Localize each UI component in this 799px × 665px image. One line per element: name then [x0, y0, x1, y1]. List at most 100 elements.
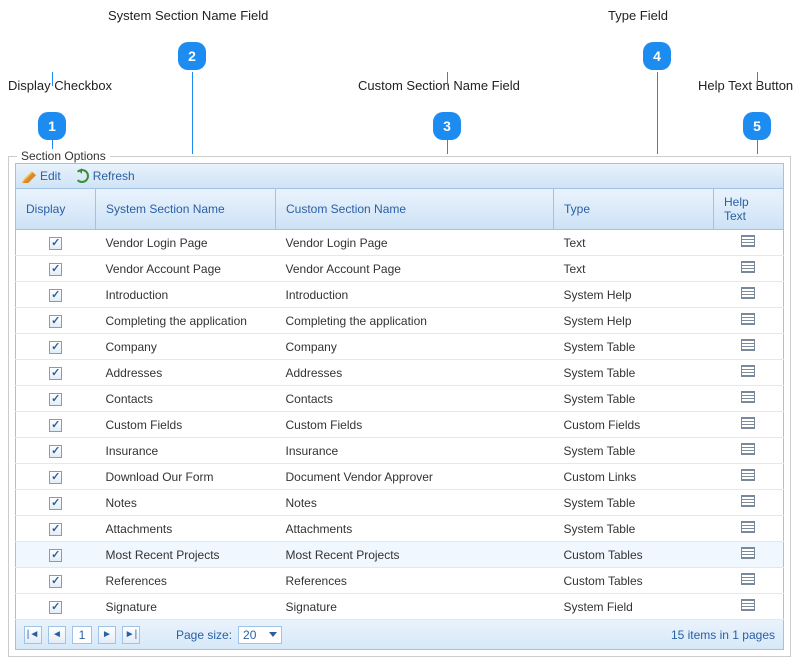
display-checkbox[interactable] — [49, 575, 62, 588]
pager-last-button[interactable]: ►| — [122, 626, 140, 644]
type-cell: System Table — [554, 386, 714, 412]
system-section-name: References — [96, 568, 276, 594]
pager-current-page[interactable]: 1 — [72, 626, 92, 644]
table-row[interactable]: AttachmentsAttachmentsSystem Table — [16, 516, 784, 542]
custom-section-name: Attachments — [276, 516, 554, 542]
pager: |◄ ◄ 1 ► ►| Page size: 20 15 items in 1 … — [15, 620, 784, 650]
system-section-name: Vendor Account Page — [96, 256, 276, 282]
callout-label-1: Display Checkbox — [8, 78, 112, 93]
table-row[interactable]: Most Recent ProjectsMost Recent Projects… — [16, 542, 784, 568]
table-row[interactable]: Vendor Login PageVendor Login PageText — [16, 230, 784, 256]
table-row[interactable]: NotesNotesSystem Table — [16, 490, 784, 516]
display-checkbox[interactable] — [49, 445, 62, 458]
help-text-button[interactable] — [741, 365, 755, 377]
callout-badge-4: 4 — [643, 42, 671, 70]
help-text-button[interactable] — [741, 469, 755, 481]
type-cell: System Help — [554, 282, 714, 308]
page-size-value: 20 — [243, 628, 256, 642]
type-cell: Text — [554, 230, 714, 256]
display-checkbox[interactable] — [49, 497, 62, 510]
table-row[interactable]: Download Our FormDocument Vendor Approve… — [16, 464, 784, 490]
help-text-button[interactable] — [741, 443, 755, 455]
custom-section-name: Notes — [276, 490, 554, 516]
help-text-button[interactable] — [741, 599, 755, 611]
pager-prev-button[interactable]: ◄ — [48, 626, 66, 644]
callout-label-4: Type Field — [608, 8, 668, 23]
help-text-button[interactable] — [741, 547, 755, 559]
custom-section-name: Addresses — [276, 360, 554, 386]
help-text-button[interactable] — [741, 313, 755, 325]
system-section-name: Company — [96, 334, 276, 360]
pager-next-button[interactable]: ► — [98, 626, 116, 644]
system-section-name: Vendor Login Page — [96, 230, 276, 256]
display-checkbox[interactable] — [49, 393, 62, 406]
grid-toolbar: Edit Refresh — [15, 163, 784, 189]
table-row[interactable]: IntroductionIntroductionSystem Help — [16, 282, 784, 308]
col-header-type[interactable]: Type — [554, 189, 714, 230]
col-header-custom[interactable]: Custom Section Name — [276, 189, 554, 230]
table-row[interactable]: ReferencesReferencesCustom Tables — [16, 568, 784, 594]
refresh-label: Refresh — [93, 169, 135, 183]
table-row[interactable]: Vendor Account PageVendor Account PageTe… — [16, 256, 784, 282]
custom-section-name: Most Recent Projects — [276, 542, 554, 568]
display-checkbox[interactable] — [49, 315, 62, 328]
display-checkbox[interactable] — [49, 419, 62, 432]
refresh-button[interactable]: Refresh — [75, 169, 135, 183]
display-checkbox[interactable] — [49, 237, 62, 250]
display-checkbox[interactable] — [49, 263, 62, 276]
display-checkbox[interactable] — [49, 523, 62, 536]
system-section-name: Notes — [96, 490, 276, 516]
page-size-select[interactable]: 20 — [238, 626, 282, 644]
display-checkbox[interactable] — [49, 471, 62, 484]
type-cell: System Help — [554, 308, 714, 334]
display-checkbox[interactable] — [49, 549, 62, 562]
type-cell: System Table — [554, 516, 714, 542]
pager-first-button[interactable]: |◄ — [24, 626, 42, 644]
custom-section-name: Signature — [276, 594, 554, 620]
help-text-button[interactable] — [741, 235, 755, 247]
type-cell: System Table — [554, 438, 714, 464]
table-row[interactable]: AddressesAddressesSystem Table — [16, 360, 784, 386]
display-checkbox[interactable] — [49, 367, 62, 380]
type-cell: System Field — [554, 594, 714, 620]
type-cell: System Table — [554, 334, 714, 360]
custom-section-name: Vendor Account Page — [276, 256, 554, 282]
system-section-name: Contacts — [96, 386, 276, 412]
col-header-display[interactable]: Display — [16, 189, 96, 230]
system-section-name: Signature — [96, 594, 276, 620]
system-section-name: Attachments — [96, 516, 276, 542]
chevron-down-icon — [269, 632, 277, 637]
help-text-button[interactable] — [741, 417, 755, 429]
system-section-name: Introduction — [96, 282, 276, 308]
display-checkbox[interactable] — [49, 341, 62, 354]
help-text-button[interactable] — [741, 495, 755, 507]
display-checkbox[interactable] — [49, 601, 62, 614]
help-text-button[interactable] — [741, 521, 755, 533]
system-section-name: Insurance — [96, 438, 276, 464]
section-options-grid: Display System Section Name Custom Secti… — [15, 189, 784, 620]
table-row[interactable]: Custom FieldsCustom FieldsCustom Fields — [16, 412, 784, 438]
col-header-help[interactable]: Help Text — [714, 189, 784, 230]
custom-section-name: Vendor Login Page — [276, 230, 554, 256]
callout-label-3: Custom Section Name Field — [358, 78, 520, 93]
display-checkbox[interactable] — [49, 289, 62, 302]
table-row[interactable]: SignatureSignatureSystem Field — [16, 594, 784, 620]
help-text-button[interactable] — [741, 287, 755, 299]
custom-section-name: Introduction — [276, 282, 554, 308]
table-row[interactable]: InsuranceInsuranceSystem Table — [16, 438, 784, 464]
system-section-name: Addresses — [96, 360, 276, 386]
type-cell: Text — [554, 256, 714, 282]
help-text-button[interactable] — [741, 339, 755, 351]
table-row[interactable]: ContactsContactsSystem Table — [16, 386, 784, 412]
edit-button[interactable]: Edit — [22, 169, 61, 183]
type-cell: Custom Tables — [554, 542, 714, 568]
system-section-name: Most Recent Projects — [96, 542, 276, 568]
table-row[interactable]: Completing the applicationCompleting the… — [16, 308, 784, 334]
custom-section-name: Custom Fields — [276, 412, 554, 438]
help-text-button[interactable] — [741, 391, 755, 403]
help-text-button[interactable] — [741, 573, 755, 585]
table-row[interactable]: CompanyCompanySystem Table — [16, 334, 784, 360]
help-text-button[interactable] — [741, 261, 755, 273]
system-section-name: Completing the application — [96, 308, 276, 334]
col-header-system[interactable]: System Section Name — [96, 189, 276, 230]
